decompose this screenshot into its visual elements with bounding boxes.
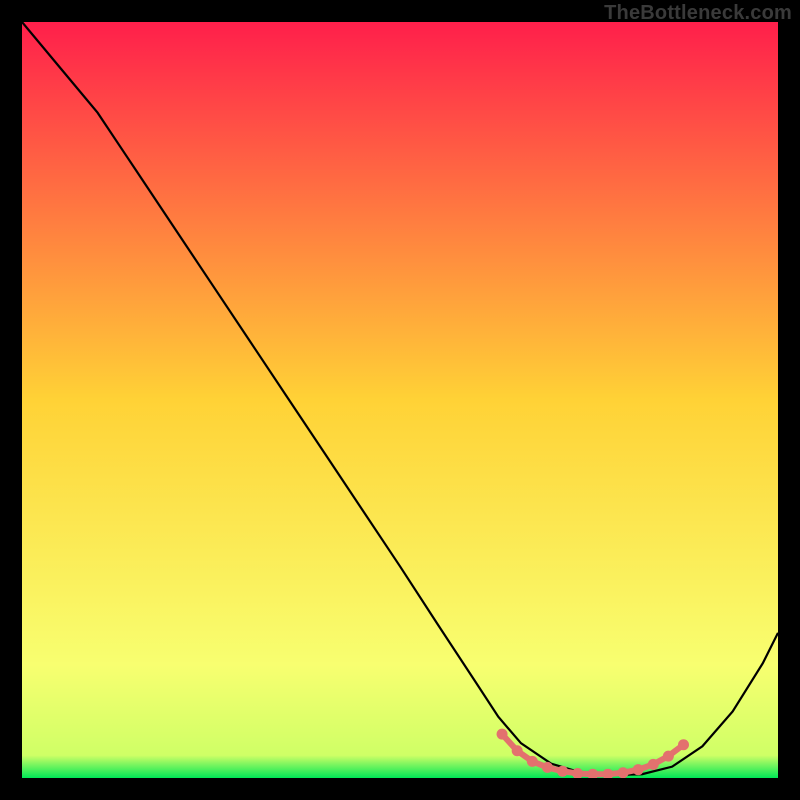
optimal-marker bbox=[497, 729, 508, 740]
chart-svg bbox=[22, 22, 778, 778]
plot-area bbox=[22, 22, 778, 778]
optimal-marker bbox=[648, 759, 659, 770]
optimal-marker bbox=[633, 764, 644, 775]
gradient-background bbox=[22, 22, 778, 778]
optimal-marker bbox=[512, 745, 523, 756]
chart-container: TheBottleneck.com bbox=[0, 0, 800, 800]
optimal-marker bbox=[618, 767, 629, 778]
optimal-marker bbox=[678, 739, 689, 750]
optimal-marker bbox=[527, 756, 538, 767]
optimal-marker bbox=[542, 762, 553, 773]
optimal-marker bbox=[663, 751, 674, 762]
optimal-marker bbox=[557, 766, 568, 777]
